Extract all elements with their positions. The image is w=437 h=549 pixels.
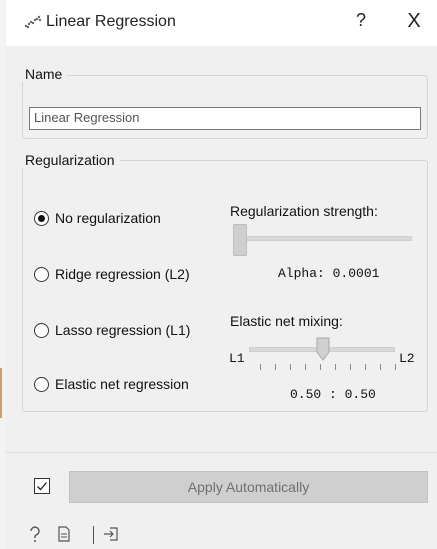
help-icon[interactable] xyxy=(27,526,43,542)
apply-automatically-button[interactable]: Apply Automatically xyxy=(69,471,428,503)
slider-tick xyxy=(275,364,276,370)
regularization-strength-handle[interactable] xyxy=(233,224,247,256)
slider-tick xyxy=(350,364,351,370)
elastic-net-mixing-handle[interactable] xyxy=(316,337,330,361)
radio-label: Ridge regression (L2) xyxy=(55,266,190,282)
elastic-net-mixing-ticks xyxy=(260,364,396,372)
background-window-accent xyxy=(0,368,2,418)
name-field[interactable] xyxy=(30,108,414,127)
scatter-plot-icon xyxy=(24,15,42,29)
title-bar: Linear Regression ? X xyxy=(6,0,437,46)
name-input[interactable] xyxy=(29,107,421,130)
slider-tick xyxy=(380,364,381,370)
footer-separator xyxy=(93,526,94,544)
mixing-left-label: L1 xyxy=(229,351,245,366)
radio-lasso-regression[interactable]: Lasso regression (L1) xyxy=(34,320,190,340)
slider-tick xyxy=(260,364,261,370)
mixing-right-label: L2 xyxy=(399,351,415,366)
radio-button[interactable] xyxy=(34,266,49,282)
slider-tick xyxy=(335,364,336,370)
slider-tick xyxy=(365,364,366,370)
radio-button[interactable] xyxy=(34,376,49,392)
radio-button[interactable] xyxy=(34,322,49,338)
slider-tick xyxy=(290,364,291,370)
window-title: Linear Regression xyxy=(46,13,176,30)
help-button[interactable]: ? xyxy=(350,10,372,34)
mixing-ratio-value: 0.50 : 0.50 xyxy=(290,387,376,402)
slider-tick xyxy=(320,364,321,370)
output-icon[interactable] xyxy=(103,526,119,542)
elastic-net-mixing-label: Elastic net mixing: xyxy=(230,313,343,329)
regularization-strength-label: Regularization strength: xyxy=(230,203,378,219)
radio-no-regularization[interactable]: No regularization xyxy=(34,208,161,228)
slider-tick xyxy=(395,364,396,370)
alpha-value: Alpha: 0.0001 xyxy=(278,266,380,281)
regularization-group-title: Regularization xyxy=(20,152,120,168)
auto-apply-checkbox[interactable] xyxy=(34,478,50,494)
slider-tick xyxy=(305,364,306,370)
footer-divider xyxy=(6,452,437,453)
radio-label: No regularization xyxy=(55,210,161,226)
name-group-title: Name xyxy=(20,66,68,82)
regularization-strength-track[interactable] xyxy=(236,236,412,241)
check-icon xyxy=(37,482,47,491)
radio-button-selected[interactable] xyxy=(34,210,49,226)
radio-label: Lasso regression (L1) xyxy=(55,322,191,338)
radio-label: Elastic net regression xyxy=(55,376,189,392)
report-icon[interactable] xyxy=(56,526,72,542)
dialog-window: Linear Regression ? X Name Regularizatio… xyxy=(6,0,437,549)
close-button[interactable]: X xyxy=(402,10,426,34)
radio-elastic-net-regression[interactable]: Elastic net regression xyxy=(34,374,189,394)
radio-ridge-regression[interactable]: Ridge regression (L2) xyxy=(34,264,190,284)
